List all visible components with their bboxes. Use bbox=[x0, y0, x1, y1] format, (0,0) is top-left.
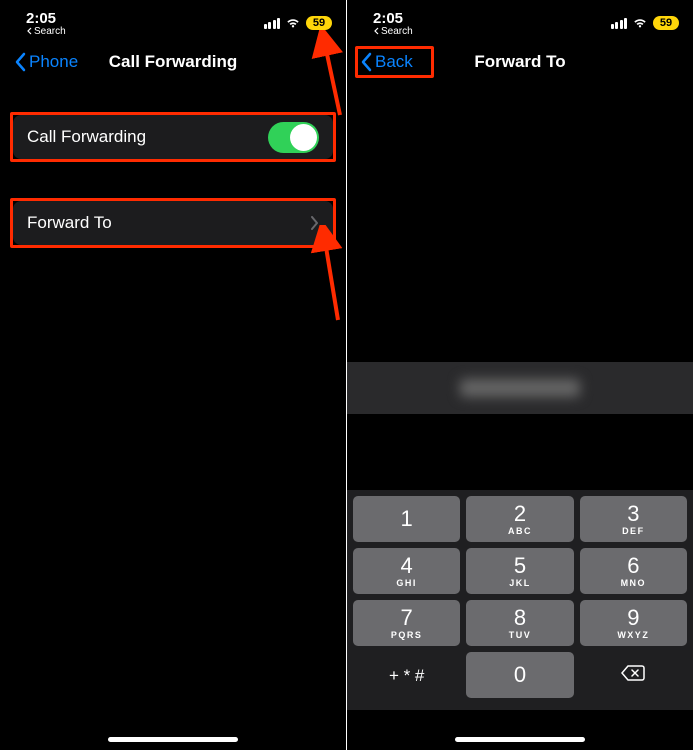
keypad-key-6[interactable]: 6MNO bbox=[580, 548, 687, 594]
status-bar: 2:05 Search 59 bbox=[0, 0, 346, 40]
keypad-key-3[interactable]: 3DEF bbox=[580, 496, 687, 542]
battery-level: 59 bbox=[306, 16, 332, 30]
keypad-key-8[interactable]: 8TUV bbox=[466, 600, 573, 646]
status-time: 2:05 bbox=[373, 10, 413, 27]
home-indicator[interactable] bbox=[455, 737, 585, 742]
highlight-annotation: Forward To bbox=[10, 198, 336, 248]
nav-back-button[interactable]: Back bbox=[355, 46, 434, 78]
status-back-search[interactable]: Search bbox=[373, 26, 413, 37]
screen-forward-to: 2:05 Search 59 Back Forward To 1 bbox=[347, 0, 693, 750]
battery-level: 59 bbox=[653, 16, 679, 30]
keypad-key-1[interactable]: 1 bbox=[353, 496, 460, 542]
wifi-icon bbox=[285, 17, 301, 29]
call-forwarding-toggle[interactable] bbox=[268, 122, 319, 153]
redacted-number bbox=[460, 379, 580, 397]
status-bar: 2:05 Search 59 bbox=[347, 0, 693, 40]
chevron-left-icon bbox=[14, 52, 26, 72]
row-label: Forward To bbox=[27, 213, 112, 233]
chevron-right-icon bbox=[311, 216, 319, 230]
phone-number-field[interactable] bbox=[347, 362, 693, 414]
keypad-key-4[interactable]: 4GHI bbox=[353, 548, 460, 594]
highlight-annotation: Call Forwarding bbox=[10, 112, 336, 162]
status-back-search[interactable]: Search bbox=[26, 26, 66, 37]
keypad: 1 2ABC 3DEF 4GHI 5JKL 6MNO 7PQRS 8TUV 9W… bbox=[347, 490, 693, 710]
keypad-key-9[interactable]: 9WXYZ bbox=[580, 600, 687, 646]
keypad-key-2[interactable]: 2ABC bbox=[466, 496, 573, 542]
nav-bar: Back Forward To bbox=[347, 40, 693, 84]
screen-call-forwarding: 2:05 Search 59 Phone Call Forwarding Cal… bbox=[0, 0, 346, 750]
keypad-key-symbols[interactable]: + * # bbox=[353, 652, 460, 698]
nav-back-label: Phone bbox=[29, 52, 78, 72]
nav-bar: Phone Call Forwarding bbox=[0, 40, 346, 84]
keypad-key-delete[interactable] bbox=[580, 652, 687, 698]
chevron-left-icon bbox=[360, 52, 372, 72]
call-forwarding-toggle-row[interactable]: Call Forwarding bbox=[13, 115, 333, 159]
nav-back-phone[interactable]: Phone bbox=[8, 48, 84, 76]
cellular-signal-icon bbox=[264, 18, 281, 29]
home-indicator[interactable] bbox=[108, 737, 238, 742]
wifi-icon bbox=[632, 17, 648, 29]
forward-to-row[interactable]: Forward To bbox=[13, 201, 333, 245]
keypad-key-7[interactable]: 7PQRS bbox=[353, 600, 460, 646]
nav-back-label: Back bbox=[375, 52, 413, 72]
backspace-icon bbox=[621, 664, 645, 687]
row-label: Call Forwarding bbox=[27, 127, 146, 147]
keypad-key-0[interactable]: 0 bbox=[466, 652, 573, 698]
keypad-key-5[interactable]: 5JKL bbox=[466, 548, 573, 594]
cellular-signal-icon bbox=[611, 18, 628, 29]
status-time: 2:05 bbox=[26, 10, 66, 27]
